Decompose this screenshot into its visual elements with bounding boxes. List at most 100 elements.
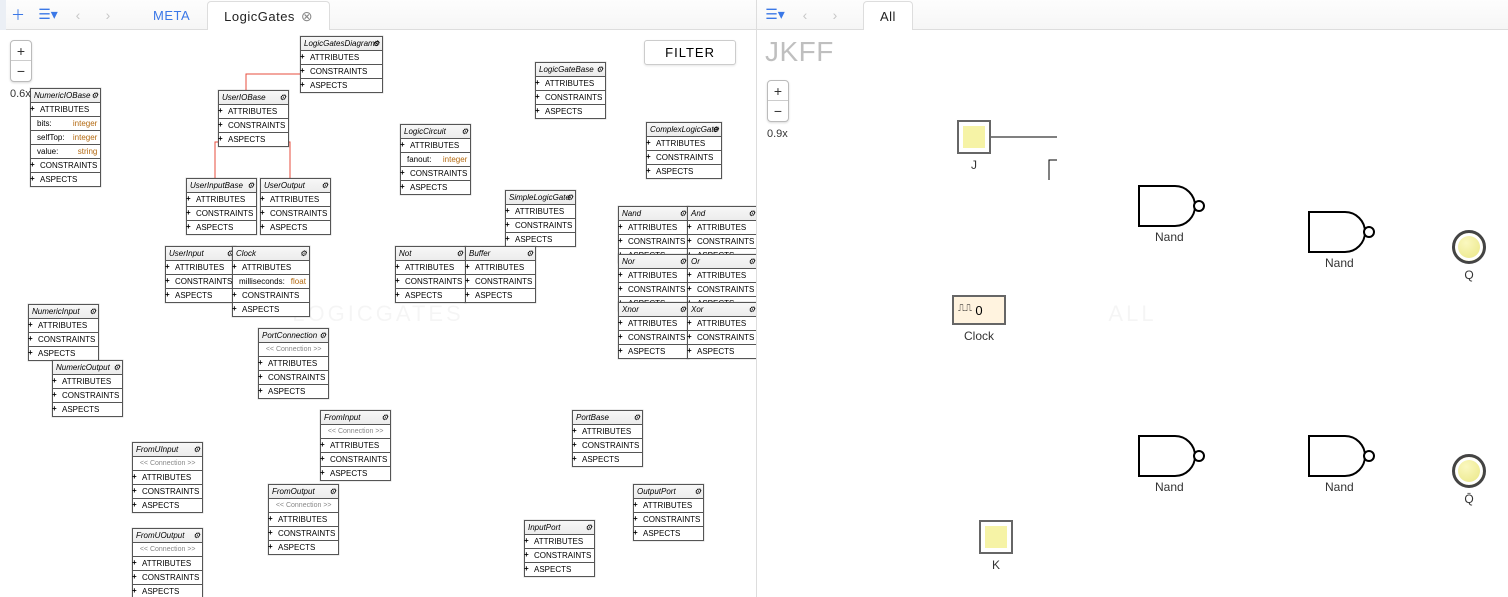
- tab-logicgates-label: LogicGates: [224, 9, 295, 24]
- gear-icon[interactable]: ⚙: [456, 248, 463, 259]
- nav-back-button[interactable]: ‹: [793, 3, 817, 27]
- meta-box-numericinput[interactable]: NumericInput⚙ATTRIBUTESCONSTRAINTSASPECT…: [28, 304, 99, 361]
- gate-nand-br[interactable]: [1307, 434, 1379, 478]
- meta-box-userinputbase[interactable]: UserInputBase⚙ATTRIBUTESCONSTRAINTSASPEC…: [186, 178, 257, 235]
- left-toolbar: ＋ ☰▾ ‹ › META LogicGates ⊗: [0, 0, 756, 30]
- list-button[interactable]: ☰▾: [763, 3, 787, 27]
- gear-icon[interactable]: ⚙: [193, 530, 200, 541]
- gear-icon[interactable]: ⚙: [748, 208, 755, 219]
- filter-button[interactable]: FILTER: [644, 40, 736, 65]
- gate-nand-tr[interactable]: [1307, 210, 1379, 254]
- meta-box-logiccircuit[interactable]: LogicCircuit⚙ATTRIBUTESfanout:integerCON…: [400, 124, 471, 195]
- meta-box-numericiobase[interactable]: NumericIOBase⚙ATTRIBUTESbits:integerself…: [30, 88, 101, 187]
- zoom-in-button[interactable]: +: [768, 81, 788, 101]
- gate-nand-bl[interactable]: [1137, 434, 1209, 478]
- list-button[interactable]: ☰▾: [36, 3, 60, 27]
- gate-nand-tl-label: Nand: [1155, 230, 1184, 244]
- meta-box-simplelogicgate[interactable]: SimpleLogicGate⚙ATTRIBUTESCONSTRAINTSASP…: [505, 190, 576, 247]
- gear-icon[interactable]: ⚙: [633, 412, 640, 423]
- gear-icon[interactable]: ⚙: [566, 192, 573, 203]
- meta-box-frominput[interactable]: FromInput⚙<< Connection >>ATTRIBUTESCONS…: [320, 410, 391, 481]
- meta-box-complexlogicgate[interactable]: ComplexLogicGate⚙ATTRIBUTESCONSTRAINTSAS…: [646, 122, 722, 179]
- right-pane: ☰▾ ‹ › All JKFF + − 0.9x ALL: [756, 0, 1508, 597]
- gear-icon[interactable]: ⚙: [300, 248, 307, 259]
- tab-logicgates[interactable]: LogicGates ⊗: [207, 1, 330, 31]
- gear-icon[interactable]: ⚙: [193, 444, 200, 455]
- tab-all[interactable]: All: [863, 1, 913, 31]
- meta-box-portconnection[interactable]: PortConnection⚙<< Connection >>ATTRIBUTE…: [258, 328, 329, 399]
- gear-icon[interactable]: ⚙: [712, 124, 719, 135]
- meta-box-logicgatebase[interactable]: LogicGateBase⚙ATTRIBUTESCONSTRAINTSASPEC…: [535, 62, 606, 119]
- gear-icon[interactable]: ⚙: [247, 180, 254, 191]
- output-qbar[interactable]: [1452, 454, 1486, 488]
- clock-wave-icon: ⎍⎍: [958, 303, 972, 314]
- gear-icon[interactable]: ⚙: [373, 38, 380, 49]
- output-q-label: Q: [1449, 268, 1489, 282]
- gear-icon[interactable]: ⚙: [694, 486, 701, 497]
- meta-box-xor[interactable]: Xor⚙ATTRIBUTESCONSTRAINTSASPECTS: [687, 302, 756, 359]
- meta-box-fromuinput[interactable]: FromUInput⚙<< Connection >>ATTRIBUTESCON…: [132, 442, 203, 513]
- gear-icon[interactable]: ⚙: [89, 306, 96, 317]
- meta-box-fromuoutput[interactable]: FromUOutput⚙<< Connection >>ATTRIBUTESCO…: [132, 528, 203, 597]
- meta-box-logicgatesdiagrams[interactable]: LogicGatesDiagrams⚙ATTRIBUTESCONSTRAINTS…: [300, 36, 383, 93]
- meta-canvas[interactable]: + − 0.6x FILTER LOGICGATES: [0, 30, 756, 597]
- tab-all-label: All: [880, 9, 896, 24]
- gear-icon[interactable]: ⚙: [526, 248, 533, 259]
- zoom-out-button[interactable]: −: [768, 101, 788, 121]
- gear-icon[interactable]: ⚙: [381, 412, 388, 423]
- input-j[interactable]: [957, 120, 991, 154]
- page-title: JKFF: [765, 36, 834, 68]
- gear-icon[interactable]: ⚙: [748, 304, 755, 315]
- meta-box-buffer[interactable]: Buffer⚙ATTRIBUTESCONSTRAINTSASPECTS: [465, 246, 536, 303]
- input-k[interactable]: [979, 520, 1013, 554]
- gear-icon[interactable]: ⚙: [679, 304, 686, 315]
- right-toolbar: ☰▾ ‹ › All: [757, 0, 1508, 30]
- gear-icon[interactable]: ⚙: [596, 64, 603, 75]
- close-icon[interactable]: ⊗: [301, 9, 313, 23]
- gear-icon[interactable]: ⚙: [461, 126, 468, 137]
- gear-icon[interactable]: ⚙: [679, 256, 686, 267]
- gear-icon[interactable]: ⚙: [321, 180, 328, 191]
- input-k-label: K: [976, 558, 1016, 572]
- nav-forward-button[interactable]: ›: [96, 3, 120, 27]
- meta-box-fromoutput[interactable]: FromOutput⚙<< Connection >>ATTRIBUTESCON…: [268, 484, 339, 555]
- meta-box-useroutput[interactable]: UserOutput⚙ATTRIBUTESCONSTRAINTSASPECTS: [260, 178, 331, 235]
- gear-icon[interactable]: ⚙: [679, 208, 686, 219]
- gear-icon[interactable]: ⚙: [585, 522, 592, 533]
- gate-nand-tl[interactable]: [1137, 184, 1209, 228]
- meta-box-portbase[interactable]: PortBase⚙ATTRIBUTESCONSTRAINTSASPECTS: [572, 410, 643, 467]
- watermark: ALL: [1108, 301, 1156, 327]
- nav-back-button[interactable]: ‹: [66, 3, 90, 27]
- zoom-out-button[interactable]: −: [11, 61, 31, 81]
- gear-icon[interactable]: ⚙: [319, 330, 326, 341]
- tab-meta-label: META: [153, 8, 190, 23]
- meta-box-numericoutput[interactable]: NumericOutput⚙ATTRIBUTESCONSTRAINTSASPEC…: [52, 360, 123, 417]
- zoom-control: + −: [767, 80, 789, 122]
- output-q[interactable]: [1452, 230, 1486, 264]
- gear-icon[interactable]: ⚙: [113, 362, 120, 373]
- meta-box-userinput[interactable]: UserInput⚙ATTRIBUTESCONSTRAINTSASPECTS: [165, 246, 236, 303]
- meta-box-clock[interactable]: Clock⚙ATTRIBUTESmilliseconds:floatCONSTR…: [232, 246, 310, 317]
- meta-box-useriobase[interactable]: UserIOBase⚙ATTRIBUTESCONSTRAINTSASPECTS: [218, 90, 289, 147]
- clock-value: 0: [975, 303, 982, 318]
- gear-icon[interactable]: ⚙: [748, 256, 755, 267]
- gate-nand-tr-label: Nand: [1325, 256, 1354, 270]
- zoom-in-button[interactable]: +: [11, 41, 31, 61]
- new-button[interactable]: ＋: [6, 3, 30, 27]
- gear-icon[interactable]: ⚙: [91, 90, 98, 101]
- nav-forward-button[interactable]: ›: [823, 3, 847, 27]
- meta-box-xnor[interactable]: Xnor⚙ATTRIBUTESCONSTRAINTSASPECTS: [618, 302, 689, 359]
- list-icon: ☰▾: [38, 6, 58, 23]
- gear-icon[interactable]: ⚙: [329, 486, 336, 497]
- gear-icon[interactable]: ⚙: [279, 92, 286, 103]
- input-j-label: J: [954, 158, 994, 172]
- right-tabs: All: [863, 0, 913, 30]
- chevron-left-icon: ‹: [803, 7, 808, 23]
- meta-box-inputport[interactable]: InputPort⚙ATTRIBUTESCONSTRAINTSASPECTS: [524, 520, 595, 577]
- watermark: LOGICGATES: [292, 301, 463, 327]
- meta-box-outputport[interactable]: OutputPort⚙ATTRIBUTESCONSTRAINTSASPECTS: [633, 484, 704, 541]
- tab-meta[interactable]: META: [136, 0, 207, 30]
- circuit-canvas[interactable]: JKFF + − 0.9x ALL: [757, 30, 1508, 597]
- clock-node[interactable]: ⎍⎍ 0: [952, 295, 1006, 325]
- meta-box-not[interactable]: Not⚙ATTRIBUTESCONSTRAINTSASPECTS: [395, 246, 466, 303]
